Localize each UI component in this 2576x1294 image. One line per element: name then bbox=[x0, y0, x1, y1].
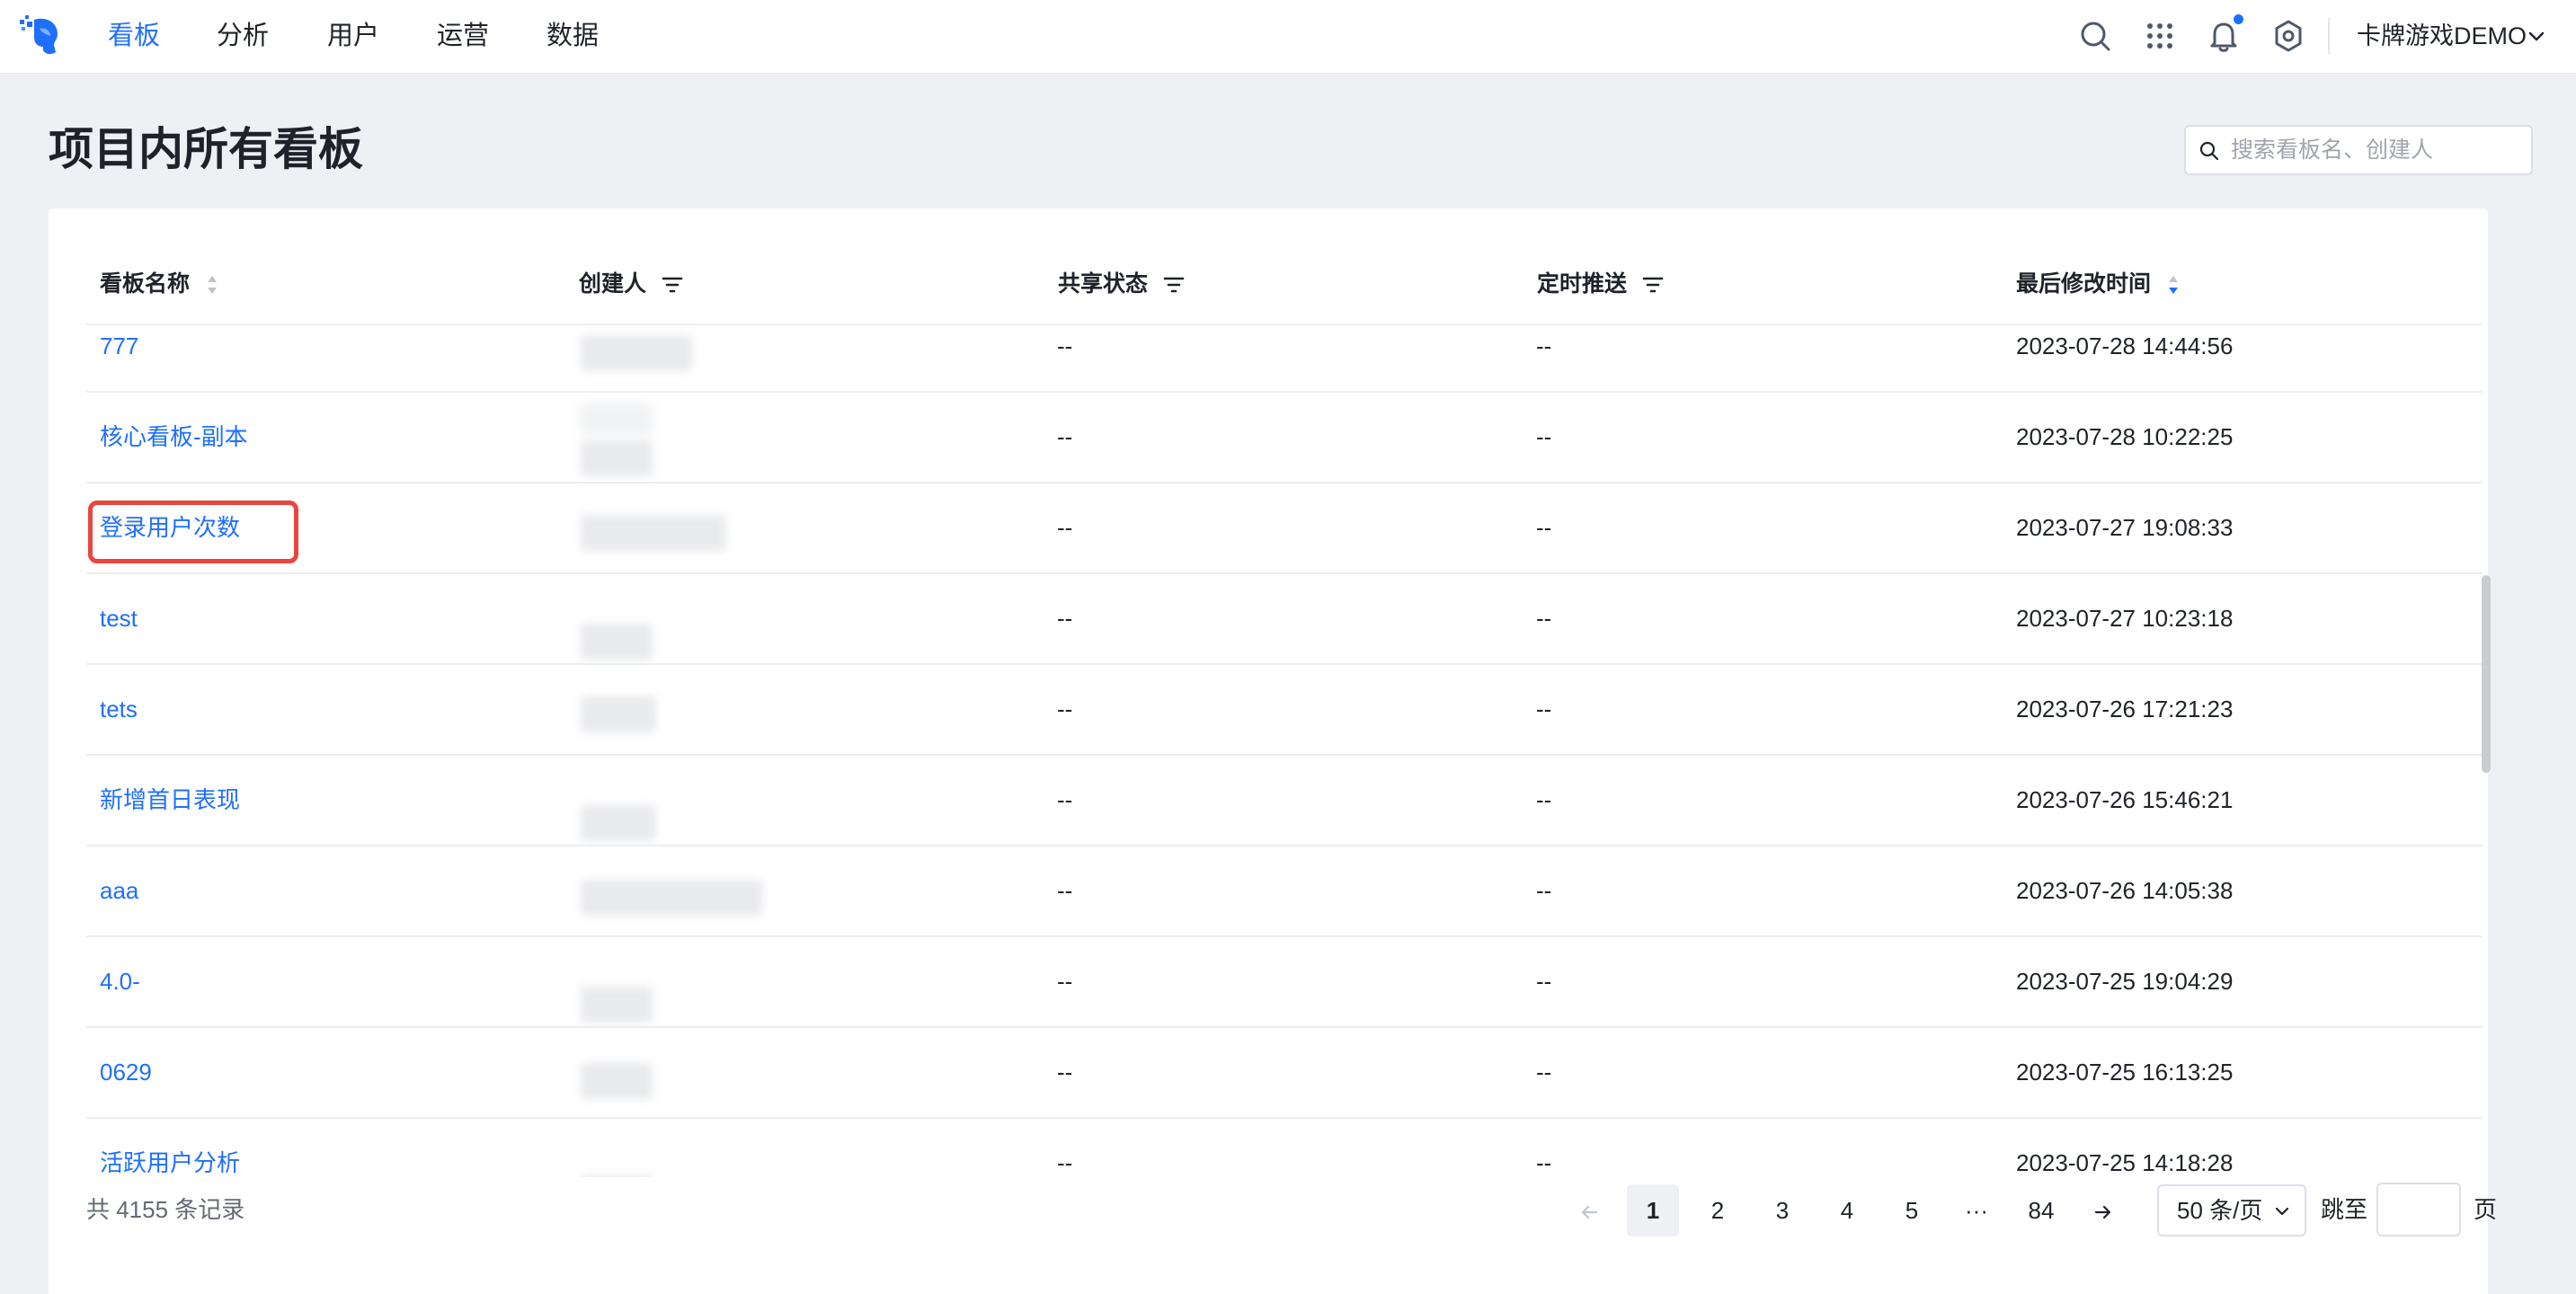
creator-redacted bbox=[581, 987, 653, 1023]
share-status: -- bbox=[1057, 514, 1073, 541]
last-modified-time: 2023-07-26 14:05:38 bbox=[2016, 877, 2234, 904]
scheduled-push: -- bbox=[1536, 1149, 1552, 1176]
dashboard-name-link[interactable]: 核心看板-副本 bbox=[100, 419, 248, 455]
dashboard-name-link[interactable]: 新增首日表现 bbox=[100, 782, 240, 818]
page-button[interactable]: 5 bbox=[1886, 1184, 1938, 1236]
scheduled-push: -- bbox=[1536, 877, 1552, 904]
page-button[interactable]: 3 bbox=[1756, 1184, 1808, 1236]
scheduled-push: -- bbox=[1536, 1059, 1552, 1086]
share-status: -- bbox=[1057, 332, 1073, 359]
dashboard-name-link[interactable]: 活跃用户分析 bbox=[100, 1145, 240, 1177]
table-row[interactable]: tets -- -- 2023-07-26 17:21:23 bbox=[0, 664, 2576, 756]
page-button[interactable]: 2 bbox=[1692, 1184, 1744, 1236]
share-status: -- bbox=[1057, 696, 1073, 722]
share-status: -- bbox=[1057, 1059, 1073, 1086]
table-row[interactable]: 777 -- -- 2023-07-28 14:44:56 bbox=[0, 301, 2576, 393]
page-ellipsis[interactable]: ··· bbox=[1950, 1184, 2003, 1236]
chevron-down-icon bbox=[2275, 1207, 2289, 1216]
jump-to-label: 跳至 bbox=[2321, 1196, 2368, 1223]
table-body: 777 -- -- 2023-07-28 14:44:56 核心看板-副本 --… bbox=[0, 0, 2576, 1177]
last-modified-time: 2023-07-28 10:22:25 bbox=[2016, 423, 2234, 450]
table-row[interactable]: 活跃用户分析 -- -- 2023-07-25 14:18:28 bbox=[0, 1118, 2576, 1177]
scheduled-push: -- bbox=[1536, 605, 1552, 632]
dashboard-name-link[interactable]: 777 bbox=[100, 328, 138, 364]
last-modified-time: 2023-07-27 19:08:33 bbox=[2016, 514, 2234, 541]
page-button[interactable]: 84 bbox=[2015, 1184, 2067, 1236]
page-suffix-label: 页 bbox=[2474, 1196, 2498, 1223]
dashboard-name-link[interactable]: tets bbox=[100, 691, 138, 727]
page-size-value: 50 条/页 bbox=[2177, 1197, 2263, 1224]
table-row[interactable]: test -- -- 2023-07-27 10:23:18 bbox=[0, 573, 2576, 665]
last-modified-time: 2023-07-27 10:23:18 bbox=[2016, 605, 2234, 632]
page-button[interactable]: 4 bbox=[1821, 1184, 1873, 1236]
dashboard-name-link[interactable]: test bbox=[100, 600, 138, 636]
highlighted-row-annotation bbox=[88, 501, 298, 563]
share-status: -- bbox=[1057, 968, 1073, 995]
arrow-right-icon bbox=[2094, 1206, 2111, 1219]
total-records: 共 4155 条记录 bbox=[86, 1196, 245, 1223]
creator-redacted bbox=[581, 805, 656, 841]
share-status: -- bbox=[1057, 605, 1073, 632]
last-modified-time: 2023-07-26 17:21:23 bbox=[2016, 696, 2234, 722]
last-modified-time: 2023-07-25 19:04:29 bbox=[2016, 968, 2234, 995]
table-row[interactable]: 0629 -- -- 2023-07-25 16:13:25 bbox=[0, 1027, 2576, 1119]
creator-redacted bbox=[581, 696, 656, 732]
creator-redacted bbox=[581, 1175, 653, 1177]
page-button-current[interactable]: 1 bbox=[1627, 1184, 1679, 1236]
table-row[interactable]: 登录用户次数 -- -- 2023-07-27 19:08:33 bbox=[0, 483, 2576, 574]
page-size-select[interactable]: 50 条/页 bbox=[2157, 1184, 2306, 1236]
table-row[interactable]: 核心看板-副本 -- -- 2023-07-28 10:22:25 bbox=[0, 392, 2576, 483]
share-status: -- bbox=[1057, 1149, 1073, 1176]
table-row[interactable]: 新增首日表现 -- -- 2023-07-26 15:46:21 bbox=[0, 755, 2576, 846]
creator-redacted bbox=[581, 880, 762, 916]
creator-redacted bbox=[581, 1063, 653, 1099]
creator-redacted bbox=[581, 403, 653, 435]
prev-page-button[interactable] bbox=[1569, 1184, 1609, 1236]
jump-to-page-input[interactable] bbox=[2376, 1183, 2461, 1236]
scheduled-push: -- bbox=[1536, 514, 1552, 541]
scheduled-push: -- bbox=[1536, 332, 1552, 359]
next-page-button[interactable] bbox=[2083, 1184, 2123, 1236]
creator-redacted bbox=[581, 624, 653, 660]
table-row[interactable]: 4.0- -- -- 2023-07-25 19:04:29 bbox=[0, 936, 2576, 1028]
dashboard-name-link[interactable]: 4.0- bbox=[100, 963, 140, 999]
scheduled-push: -- bbox=[1536, 968, 1552, 995]
creator-redacted bbox=[581, 515, 726, 551]
scheduled-push: -- bbox=[1536, 696, 1552, 722]
last-modified-time: 2023-07-26 15:46:21 bbox=[2016, 786, 2234, 813]
share-status: -- bbox=[1057, 423, 1073, 450]
arrow-left-icon bbox=[1581, 1206, 1598, 1219]
last-modified-time: 2023-07-25 16:13:25 bbox=[2016, 1059, 2234, 1086]
dashboard-name-link[interactable]: 0629 bbox=[100, 1054, 152, 1090]
last-modified-time: 2023-07-28 14:44:56 bbox=[2016, 332, 2234, 359]
creator-redacted bbox=[581, 335, 692, 371]
creator-redacted bbox=[581, 440, 653, 476]
share-status: -- bbox=[1057, 877, 1073, 904]
scheduled-push: -- bbox=[1536, 786, 1552, 813]
table-row[interactable]: aaa -- -- 2023-07-26 14:05:38 bbox=[0, 846, 2576, 937]
last-modified-time: 2023-07-25 14:18:28 bbox=[2016, 1149, 2234, 1176]
scheduled-push: -- bbox=[1536, 423, 1552, 450]
table-scrollbar-thumb[interactable] bbox=[2482, 575, 2491, 773]
share-status: -- bbox=[1057, 786, 1073, 813]
dashboard-name-link[interactable]: aaa bbox=[100, 873, 138, 908]
